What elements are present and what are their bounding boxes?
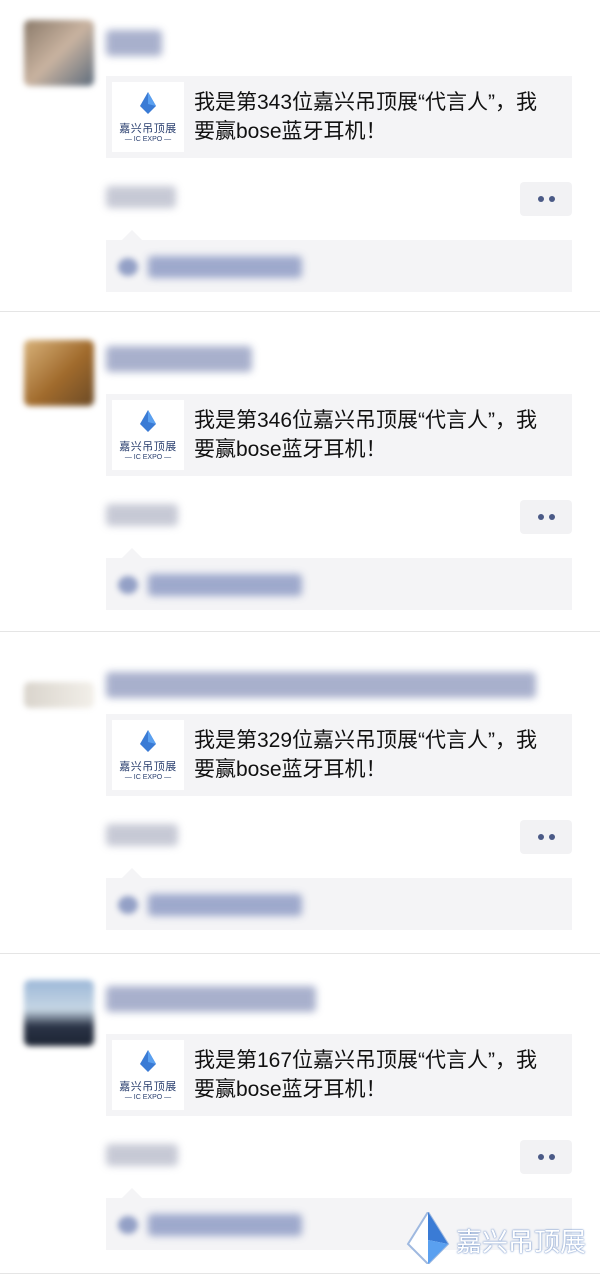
- logo-text: 嘉兴吊顶展: [119, 1081, 177, 1093]
- user-name[interactable]: [106, 346, 252, 372]
- more-dots-icon: [537, 196, 544, 202]
- shared-link-card[interactable]: 嘉兴吊顶展 — IC EXPO — 我是第346位嘉兴吊顶展“代言人”，我要赢b…: [106, 394, 572, 476]
- user-name[interactable]: [106, 986, 316, 1012]
- avatar[interactable]: [24, 340, 94, 406]
- more-dots-icon: [537, 834, 544, 840]
- user-name[interactable]: [106, 672, 536, 698]
- crystal-logo-icon: [406, 1212, 450, 1264]
- more-dots-icon: [548, 834, 555, 840]
- likes-box: [106, 868, 572, 930]
- logo-text: 嘉兴吊顶展: [119, 441, 177, 453]
- crystal-logo-icon: [140, 410, 156, 432]
- logo-subtext: — IC EXPO —: [124, 774, 172, 781]
- avatar[interactable]: [24, 682, 94, 708]
- more-dots-icon: [548, 196, 555, 202]
- link-thumbnail: 嘉兴吊顶展 — IC EXPO —: [112, 720, 184, 790]
- moment-post: 嘉兴吊顶展 — IC EXPO — 我是第346位嘉兴吊顶展“代言人”，我要赢b…: [0, 318, 600, 632]
- link-thumbnail: 嘉兴吊顶展 — IC EXPO —: [112, 400, 184, 470]
- crystal-logo-icon: [140, 730, 156, 752]
- more-dots-icon: [537, 514, 544, 520]
- liker-names[interactable]: [148, 574, 302, 596]
- post-time: [106, 824, 178, 846]
- more-dots-icon: [537, 1154, 544, 1160]
- logo-subtext: — IC EXPO —: [124, 454, 172, 461]
- link-title: 我是第346位嘉兴吊顶展“代言人”，我要赢bose蓝牙耳机！: [194, 409, 538, 461]
- logo-subtext: — IC EXPO —: [124, 136, 172, 143]
- likes-box: [106, 230, 572, 292]
- avatar[interactable]: [24, 20, 94, 86]
- crystal-logo-icon: [140, 1050, 156, 1072]
- liker-names[interactable]: [148, 894, 302, 916]
- shared-link-card[interactable]: 嘉兴吊顶展 — IC EXPO — 我是第329位嘉兴吊顶展“代言人”，我要赢b…: [106, 714, 572, 796]
- post-time: [106, 186, 176, 208]
- logo-text: 嘉兴吊顶展: [119, 761, 177, 773]
- link-title: 我是第343位嘉兴吊顶展“代言人”，我要赢bose蓝牙耳机！: [194, 91, 538, 143]
- more-button[interactable]: [520, 500, 572, 534]
- heart-icon: [118, 1216, 138, 1234]
- moment-post: 嘉兴吊顶展 — IC EXPO — 我是第329位嘉兴吊顶展“代言人”，我要赢b…: [0, 638, 600, 954]
- link-title: 我是第167位嘉兴吊顶展“代言人”，我要赢bose蓝牙耳机！: [194, 1049, 538, 1101]
- more-button[interactable]: [520, 820, 572, 854]
- moment-post: 嘉兴吊顶展 — IC EXPO — 我是第343位嘉兴吊顶展“代言人”，我要赢b…: [0, 0, 600, 312]
- logo-text: 嘉兴吊顶展: [119, 123, 177, 135]
- link-title: 我是第329位嘉兴吊顶展“代言人”，我要赢bose蓝牙耳机！: [194, 729, 538, 781]
- post-time: [106, 1144, 178, 1166]
- more-button[interactable]: [520, 182, 572, 216]
- link-thumbnail: 嘉兴吊顶展 — IC EXPO —: [112, 1040, 184, 1110]
- likes-box: [106, 548, 572, 610]
- liker-names[interactable]: [148, 1214, 302, 1236]
- link-thumbnail: 嘉兴吊顶展 — IC EXPO —: [112, 82, 184, 152]
- watermark: 嘉兴吊顶展: [402, 1210, 600, 1270]
- shared-link-card[interactable]: 嘉兴吊顶展 — IC EXPO — 我是第167位嘉兴吊顶展“代言人”，我要赢b…: [106, 1034, 572, 1116]
- user-name[interactable]: [106, 30, 162, 56]
- liker-names[interactable]: [148, 256, 302, 278]
- shared-link-card[interactable]: 嘉兴吊顶展 — IC EXPO — 我是第343位嘉兴吊顶展“代言人”，我要赢b…: [106, 76, 572, 158]
- heart-icon: [118, 258, 138, 276]
- more-button[interactable]: [520, 1140, 572, 1174]
- crystal-logo-icon: [140, 92, 156, 114]
- watermark-text: 嘉兴吊顶展: [456, 1227, 587, 1257]
- avatar[interactable]: [24, 980, 94, 1046]
- more-dots-icon: [548, 1154, 555, 1160]
- logo-subtext: — IC EXPO —: [124, 1094, 172, 1101]
- heart-icon: [118, 576, 138, 594]
- post-time: [106, 504, 178, 526]
- more-dots-icon: [548, 514, 555, 520]
- heart-icon: [118, 896, 138, 914]
